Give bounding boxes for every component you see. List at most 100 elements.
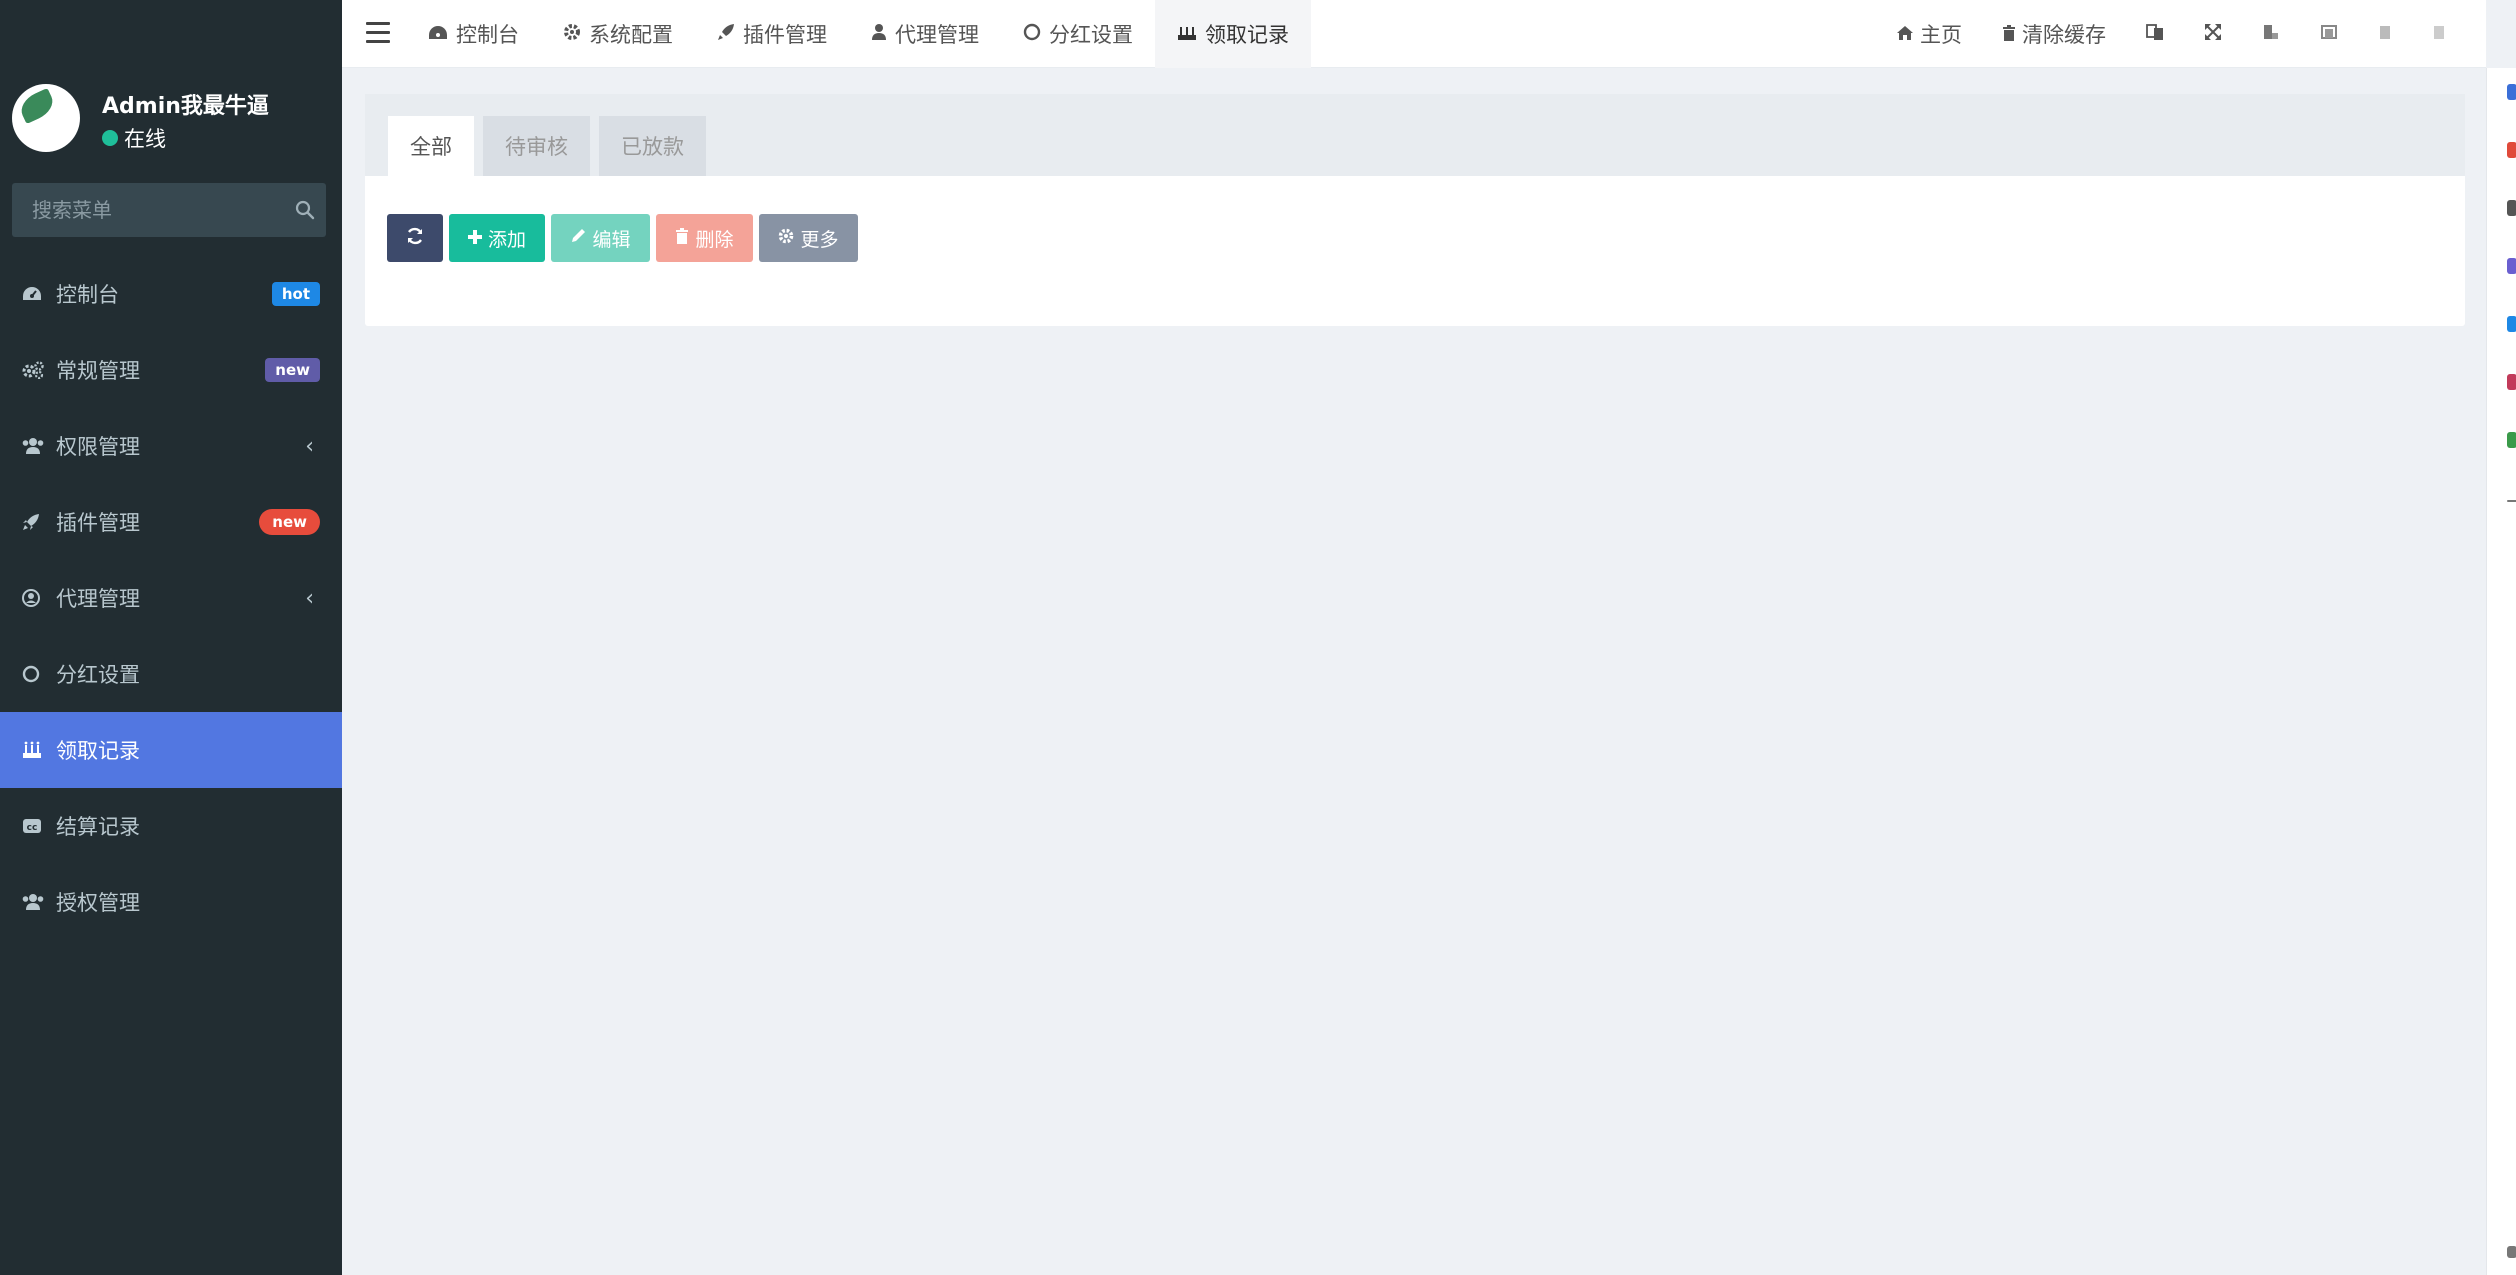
- app: Admin我最牛逼 在线 控制台 hot: [0, 0, 2516, 1275]
- extension-icon[interactable]: [2432, 22, 2446, 46]
- clear-cache-button[interactable]: 清除缓存: [2002, 19, 2106, 49]
- sidebar-item-dividends[interactable]: 分红设置: [0, 636, 342, 712]
- dashboard-icon: [428, 22, 448, 46]
- gear-icon: [563, 22, 581, 46]
- refresh-button[interactable]: [387, 214, 443, 262]
- pencil-icon: [570, 227, 586, 249]
- sidebar-item-dashboard[interactable]: 控制台 hot: [0, 256, 342, 332]
- trash-icon: [675, 227, 689, 249]
- home-link[interactable]: 主页: [1896, 19, 1962, 49]
- sidebar-item-plugins[interactable]: 插件管理 new: [0, 484, 342, 560]
- tab-label: 插件管理: [743, 23, 827, 47]
- home-icon: [1896, 22, 1914, 46]
- side-app-icon[interactable]: [2507, 432, 2516, 448]
- extension-icon[interactable]: [2378, 22, 2392, 46]
- hot-badge: hot: [271, 282, 320, 306]
- sidebar-item-label: 权限管理: [56, 435, 140, 459]
- birthday-cake-icon: [22, 741, 56, 759]
- tab-all[interactable]: 全部: [388, 116, 474, 176]
- edit-button[interactable]: 编辑: [551, 214, 650, 262]
- side-app-icon[interactable]: [2507, 374, 2516, 390]
- plus-icon: [467, 227, 482, 249]
- clear-cache-label: 清除缓存: [2022, 23, 2106, 47]
- menu-search-input[interactable]: [12, 183, 283, 237]
- sidebar-item-label: 授权管理: [56, 891, 140, 915]
- sidebar: Admin我最牛逼 在线 控制台 hot: [0, 0, 342, 1275]
- tab-label: 分红设置: [1049, 23, 1133, 47]
- tab-plugins[interactable]: 插件管理: [695, 0, 849, 68]
- sidebar-item-claim-records[interactable]: 领取记录: [0, 712, 342, 788]
- top-navbar: 控制台 系统配置 插件管理 代理管理 分红设置 领取记录 主页 清除缓存: [342, 0, 2486, 68]
- side-settings-icon[interactable]: [2507, 1246, 2516, 1258]
- sidebar-item-label: 控制台: [56, 283, 119, 307]
- user-circle-icon: [22, 589, 56, 607]
- tab-pending-review[interactable]: 待审核: [483, 116, 590, 176]
- sidebar-item-label: 代理管理: [56, 587, 140, 611]
- extension-icon[interactable]: [2262, 22, 2280, 46]
- extension-icon[interactable]: [2320, 22, 2338, 46]
- gear-icon: [778, 227, 794, 249]
- cogs-icon: [22, 361, 56, 379]
- status-label: 在线: [124, 127, 166, 151]
- online-dot-icon: [102, 130, 118, 146]
- new-badge: new: [265, 358, 320, 382]
- dashboard-icon: [22, 285, 56, 303]
- more-label: 更多: [800, 228, 839, 251]
- side-app-icon[interactable]: [2507, 316, 2516, 332]
- delete-button[interactable]: 删除: [656, 214, 753, 262]
- avatar[interactable]: [12, 84, 80, 152]
- add-button[interactable]: 添加: [449, 214, 545, 262]
- svg-text:cc: cc: [27, 823, 38, 833]
- chevron-left-icon: ‹: [305, 433, 314, 459]
- menu-toggle-icon[interactable]: [366, 22, 390, 44]
- tab-dividends[interactable]: 分红设置: [1001, 0, 1155, 68]
- tab-label: 领取记录: [1205, 23, 1289, 47]
- user-icon: [871, 22, 887, 46]
- chevron-left-icon: ‹: [305, 585, 314, 611]
- tab-agents[interactable]: 代理管理: [849, 0, 1001, 68]
- side-divider: [2507, 500, 2516, 502]
- sidebar-item-agents[interactable]: 代理管理 ‹: [0, 560, 342, 636]
- sidebar-item-label: 分红设置: [56, 663, 140, 687]
- rocket-icon: [22, 513, 56, 531]
- language-icon[interactable]: [2146, 22, 2164, 46]
- circle-icon: [1023, 22, 1041, 46]
- username: Admin我最牛逼: [102, 94, 269, 119]
- circle-icon: [22, 665, 56, 683]
- delete-label: 删除: [695, 228, 734, 251]
- sidebar-item-label: 领取记录: [56, 739, 140, 763]
- tab-dashboard[interactable]: 控制台: [406, 0, 541, 68]
- sidebar-item-label: 插件管理: [56, 511, 140, 535]
- users-icon: [22, 437, 56, 455]
- tab-system-config[interactable]: 系统配置: [541, 0, 695, 68]
- search-icon[interactable]: [283, 200, 326, 220]
- tab-claim-records[interactable]: 领取记录: [1155, 0, 1311, 68]
- side-app-icon[interactable]: [2507, 142, 2516, 158]
- trash-icon: [2002, 22, 2016, 46]
- sidebar-item-general[interactable]: 常规管理 new: [0, 332, 342, 408]
- rocket-icon: [717, 22, 735, 46]
- page-tabs: 控制台 系统配置 插件管理 代理管理 分红设置 领取记录: [406, 0, 1311, 68]
- home-label: 主页: [1920, 23, 1962, 47]
- sidebar-item-settlements[interactable]: cc 结算记录: [0, 788, 342, 864]
- fullscreen-icon[interactable]: [2204, 22, 2222, 46]
- online-status: 在线: [102, 123, 166, 153]
- refresh-icon: [406, 227, 424, 250]
- record-filter-tabs: 全部 待审核 已放款: [365, 94, 2465, 176]
- users-icon: [22, 893, 56, 911]
- edit-label: 编辑: [592, 228, 631, 251]
- side-app-icon[interactable]: [2507, 258, 2516, 274]
- tab-disbursed[interactable]: 已放款: [599, 116, 706, 176]
- sidebar-item-label: 常规管理: [56, 359, 140, 383]
- tab-label: 控制台: [456, 23, 519, 47]
- sidebar-item-licenses[interactable]: 授权管理: [0, 864, 342, 940]
- side-app-icon[interactable]: [2507, 84, 2516, 100]
- content-panel: 全部 待审核 已放款 添加 编辑 删除 更多: [365, 94, 2465, 326]
- more-button[interactable]: 更多: [759, 214, 858, 262]
- cc-icon: cc: [22, 817, 56, 835]
- sidebar-item-permissions[interactable]: 权限管理 ‹: [0, 408, 342, 484]
- birthday-cake-icon: [1177, 22, 1197, 46]
- browser-side-toolbar: [2486, 68, 2516, 1275]
- side-app-icon[interactable]: [2507, 200, 2516, 216]
- user-panel: Admin我最牛逼 在线: [0, 70, 342, 160]
